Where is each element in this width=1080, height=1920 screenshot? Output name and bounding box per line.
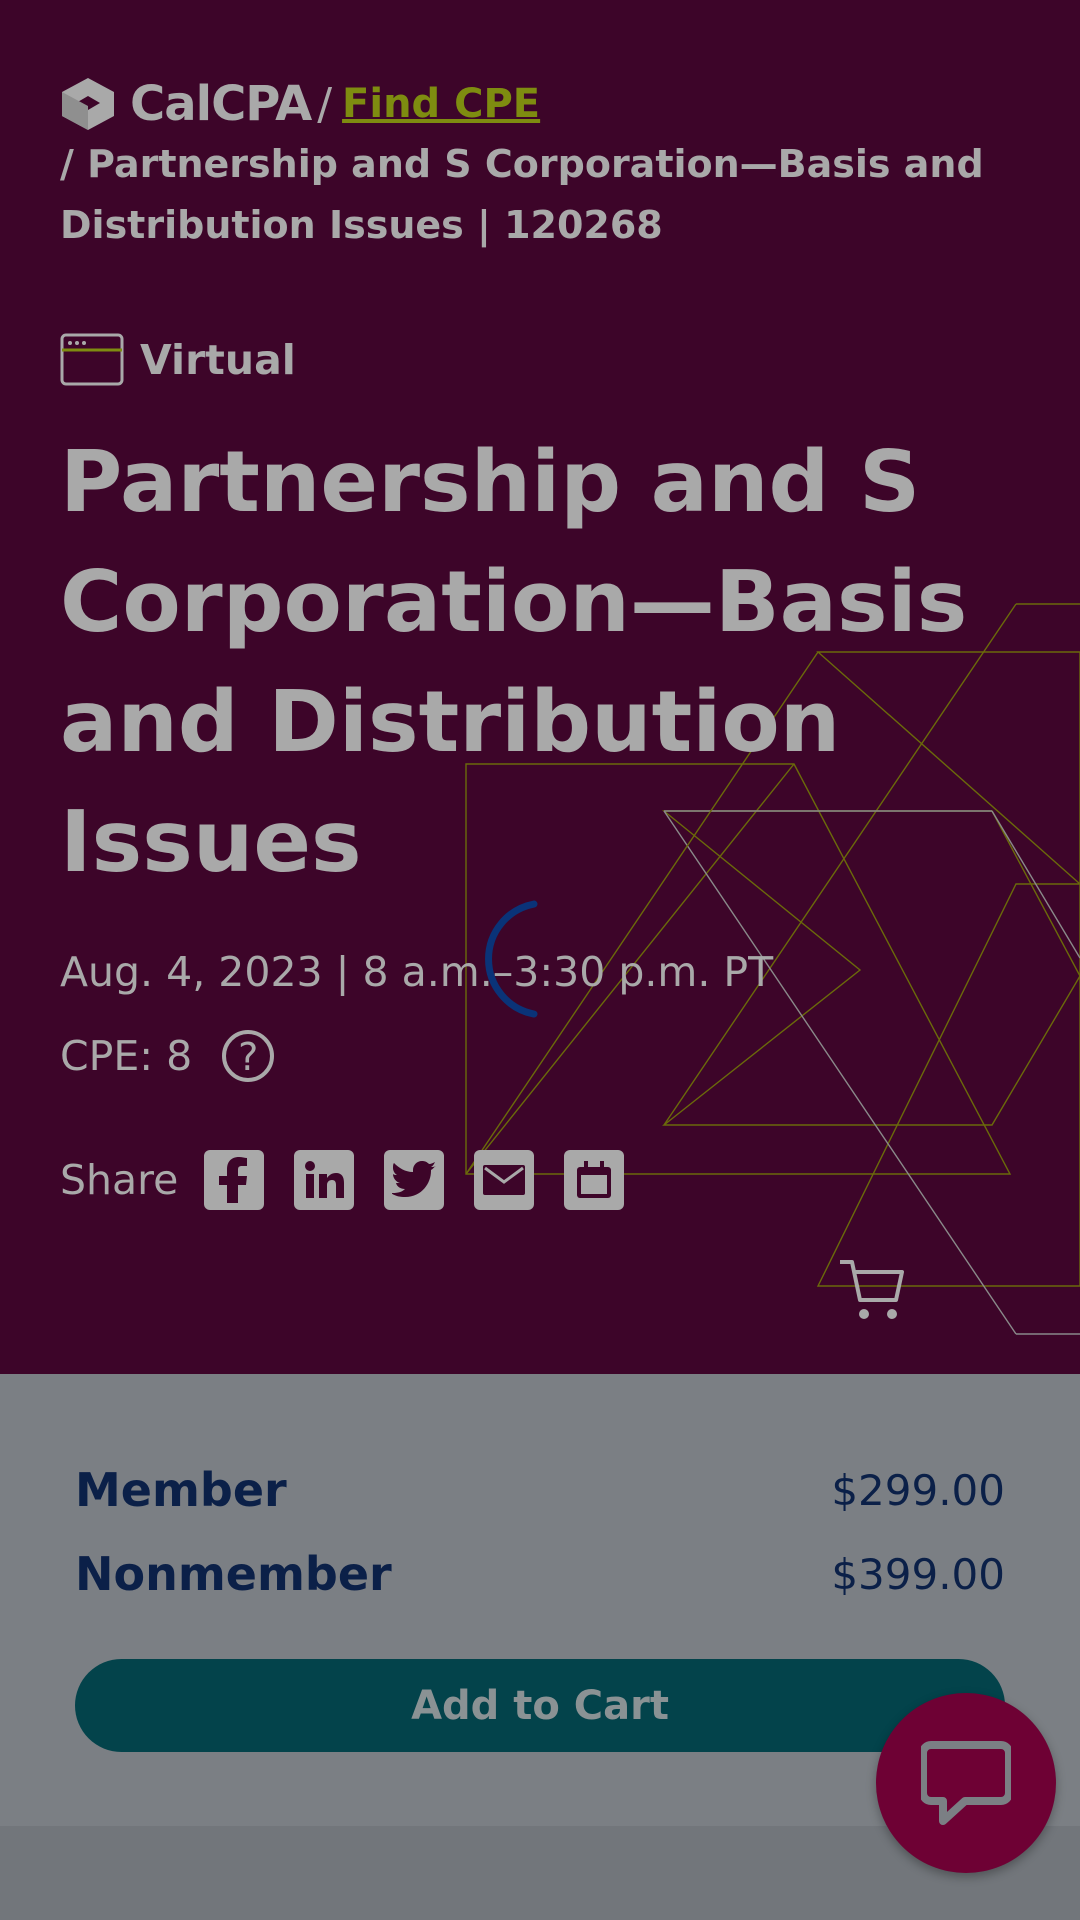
facebook-icon[interactable] <box>204 1150 265 1210</box>
breadcrumb-current-page: / Partnership and S Corporation—Basis an… <box>60 142 984 247</box>
pricing-table: Member $299.00 Nonmember $399.00 <box>75 1448 1005 1616</box>
event-date-time: Aug. 4, 2023 | 8 a.m.–3:30 p.m. PT <box>60 948 774 996</box>
chat-bubble-icon <box>921 1741 1011 1825</box>
event-hero: CalCPA / Find CPE / Partnership and S Co… <box>0 0 1080 1374</box>
loading-spinner-icon <box>485 900 538 1018</box>
price-row-member: Member $299.00 <box>75 1448 1005 1532</box>
add-to-cart-button[interactable]: Add to Cart <box>75 1659 1005 1752</box>
chat-launcher-button[interactable] <box>876 1693 1056 1873</box>
cpe-credits: CPE: 8 ? <box>60 1030 275 1082</box>
price-amount: $299.00 <box>831 1465 1005 1515</box>
calendar-icon[interactable] <box>564 1150 625 1210</box>
help-icon[interactable]: ? <box>222 1030 275 1082</box>
shopping-cart-icon[interactable] <box>838 1258 904 1322</box>
breadcrumb: CalCPA / Find CPE <box>60 76 540 132</box>
email-icon[interactable] <box>474 1150 535 1210</box>
share-bar: Share <box>60 1150 654 1210</box>
cpe-label: CPE: 8 <box>60 1032 193 1080</box>
brand-logo-text[interactable]: CalCPA <box>130 76 312 132</box>
breadcrumb-link-find-cpe[interactable]: Find CPE <box>342 81 540 127</box>
price-tier-name: Member <box>75 1463 287 1517</box>
event-format-label: Virtual <box>140 335 296 384</box>
event-title: Partnership and S Corporation—Basis and … <box>60 433 968 892</box>
breadcrumb-separator: / <box>317 78 333 130</box>
price-row-nonmember: Nonmember $399.00 <box>75 1532 1005 1616</box>
browser-window-icon <box>60 333 124 386</box>
event-format: Virtual <box>60 333 296 386</box>
price-amount: $399.00 <box>831 1549 1005 1599</box>
linkedin-icon[interactable] <box>294 1150 355 1210</box>
twitter-icon[interactable] <box>384 1150 445 1210</box>
calcpa-logo-icon <box>62 78 114 130</box>
price-tier-name: Nonmember <box>75 1547 392 1601</box>
share-label: Share <box>60 1156 179 1204</box>
